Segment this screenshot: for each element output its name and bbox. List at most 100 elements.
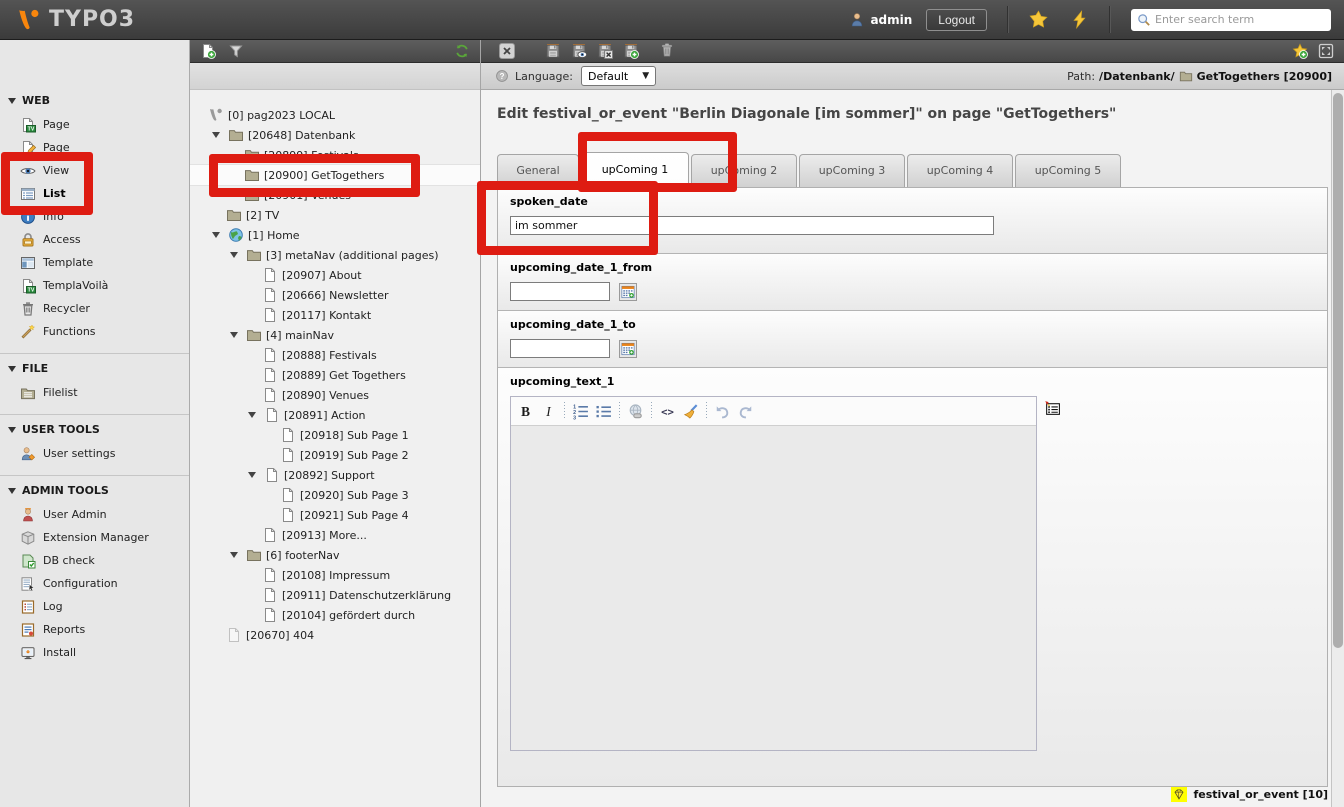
module-section-header-admin-tools[interactable]: ADMIN TOOLS (0, 480, 189, 503)
ul-icon[interactable] (595, 403, 612, 420)
tree-item-20891-action[interactable]: [20891] Action (190, 405, 480, 425)
tab-upcoming-1[interactable]: upComing 1 (581, 152, 689, 187)
tree-expand-icon[interactable] (248, 412, 260, 418)
close-icon[interactable] (499, 43, 515, 59)
bookmark-add-icon[interactable] (1292, 43, 1308, 59)
date-from-input[interactable] (510, 282, 610, 301)
module-section-header-file[interactable]: FILE (0, 358, 189, 381)
tree-item-20888-festivals[interactable]: [20888] Festivals (190, 345, 480, 365)
tree-expand-icon[interactable] (212, 132, 224, 138)
tab-general[interactable]: General (497, 154, 579, 187)
sidebar-item-page[interactable]: TVPage (0, 113, 189, 136)
spoken-date-input[interactable] (510, 216, 994, 235)
ol-icon[interactable]: 123 (572, 403, 589, 420)
tree-expand-icon[interactable] (230, 252, 242, 258)
tree-expand-icon[interactable] (230, 552, 242, 558)
tab-upcoming-4[interactable]: upComing 4 (907, 154, 1013, 187)
bookmark-star-icon[interactable] (1029, 10, 1048, 29)
tree-item-3-metanav-additional-pages[interactable]: [3] metaNav (additional pages) (190, 245, 480, 265)
broom-icon[interactable] (682, 403, 699, 420)
tree-item-1-home[interactable]: [1] Home (190, 225, 480, 245)
sidebar-item-log[interactable]: Log (0, 595, 189, 618)
tree-item-20892-support[interactable]: [20892] Support (190, 465, 480, 485)
clear-cache-bolt-icon[interactable] (1070, 10, 1089, 29)
expand-icon[interactable] (1318, 43, 1334, 59)
sidebar-item-list[interactable]: List (0, 182, 189, 205)
undo-icon[interactable] (714, 403, 731, 420)
tree-item-20911-datenschutzerkl-rung[interactable]: [20911] Datenschutzerklärung (190, 585, 480, 605)
sidebar-item-info[interactable]: Info (0, 205, 189, 228)
save-new-icon[interactable] (623, 43, 639, 59)
italic-icon[interactable]: I (540, 403, 557, 420)
tree-item-20918-sub-page-1[interactable]: [20918] Sub Page 1 (190, 425, 480, 445)
logout-button[interactable]: Logout (926, 9, 987, 31)
link-icon[interactable] (627, 403, 644, 420)
sidebar-item-configuration[interactable]: Configuration (0, 572, 189, 595)
sidebar-item-install[interactable]: Install (0, 641, 189, 664)
trash-icon[interactable] (659, 42, 675, 58)
tree-expand-icon[interactable] (212, 232, 224, 238)
tab-upcoming-2[interactable]: upComing 2 (691, 154, 797, 187)
rte-separator (650, 402, 653, 420)
tree-item-20108-impressum[interactable]: [20108] Impressum (190, 565, 480, 585)
tree-item-20913-more[interactable]: [20913] More... (190, 525, 480, 545)
tree-item-20104-gef-rdert-durch[interactable]: [20104] gefördert durch (190, 605, 480, 625)
save-view-icon[interactable] (571, 43, 587, 59)
tree-item-20901-venues[interactable]: [20901] Venues (190, 185, 480, 205)
tree-item-4-mainnav[interactable]: [4] mainNav (190, 325, 480, 345)
sidebar-item-templavoil[interactable]: TVTemplaVoilà (0, 274, 189, 297)
sidebar-item-filelist[interactable]: Filelist (0, 381, 189, 404)
tree-item-20117-kontakt[interactable]: [20117] Kontakt (190, 305, 480, 325)
tree-item-20920-sub-page-3[interactable]: [20920] Sub Page 3 (190, 485, 480, 505)
sidebar-item-page[interactable]: Page (0, 136, 189, 159)
tree-expand-icon[interactable] (230, 332, 242, 338)
tab-upcoming-3[interactable]: upComing 3 (799, 154, 905, 187)
sidebar-item-template[interactable]: Template (0, 251, 189, 274)
scrollbar-thumb[interactable] (1333, 93, 1343, 648)
save-close-icon[interactable] (597, 43, 613, 59)
tree-item-20907-about[interactable]: [20907] About (190, 265, 480, 285)
tab-upcoming-5[interactable]: upComing 5 (1015, 154, 1121, 187)
sidebar-item-functions[interactable]: Functions (0, 320, 189, 343)
search-input[interactable] (1155, 13, 1315, 26)
refresh-icon[interactable] (454, 43, 470, 59)
sidebar-item-user-settings[interactable]: User settings (0, 442, 189, 465)
tree-item-0-pag2023-local[interactable]: [0] pag2023 LOCAL (190, 105, 480, 125)
tree-item-2-tv[interactable]: [2] TV (190, 205, 480, 225)
filter-icon[interactable] (228, 43, 244, 59)
sidebar-item-user-admin[interactable]: User Admin (0, 503, 189, 526)
date-picker-button[interactable] (619, 340, 637, 358)
sidebar-item-recycler[interactable]: Recycler (0, 297, 189, 320)
source-icon[interactable]: <> (659, 403, 676, 420)
bold-icon[interactable]: B (517, 403, 534, 420)
sidebar-item-extension-manager[interactable]: Extension Manager (0, 526, 189, 549)
save-icon[interactable] (545, 43, 561, 59)
tree-item-20899-festivals[interactable]: [20899] Festivals (190, 145, 480, 165)
sidebar-item-label: TemplaVoilà (43, 279, 108, 292)
date-picker-button[interactable] (619, 283, 637, 301)
search-icon (1137, 13, 1151, 27)
sidebar-item-db-check[interactable]: DB check (0, 549, 189, 572)
tree-item-20666-newsletter[interactable]: [20666] Newsletter (190, 285, 480, 305)
sidebar-item-access[interactable]: Access (0, 228, 189, 251)
tree-item-20921-sub-page-4[interactable]: [20921] Sub Page 4 (190, 505, 480, 525)
language-select[interactable]: Default▼ (581, 66, 656, 86)
module-section-header-user-tools[interactable]: USER TOOLS (0, 419, 189, 442)
list-icon (20, 186, 36, 202)
rte-content-area[interactable] (511, 426, 1036, 750)
tree-item-20648-datenbank[interactable]: [20648] Datenbank (190, 125, 480, 145)
tree-item-20670-404[interactable]: [20670] 404 (190, 625, 480, 645)
tree-item-20889-get-togethers[interactable]: [20889] Get Togethers (190, 365, 480, 385)
module-section-header-web[interactable]: WEB (0, 90, 189, 113)
date-to-input[interactable] (510, 339, 610, 358)
rte-resize-icon[interactable] (1044, 400, 1061, 417)
tree-item-20890-venues[interactable]: [20890] Venues (190, 385, 480, 405)
redo-icon[interactable] (737, 403, 754, 420)
sidebar-item-view[interactable]: View (0, 159, 189, 182)
sidebar-item-reports[interactable]: Reports (0, 618, 189, 641)
new-page-icon[interactable] (200, 43, 216, 59)
tree-item-20900-gettogethers[interactable]: [20900] GetTogethers (190, 165, 480, 185)
tree-item-6-footernav[interactable]: [6] footerNav (190, 545, 480, 565)
tree-item-20919-sub-page-2[interactable]: [20919] Sub Page 2 (190, 445, 480, 465)
tree-expand-icon[interactable] (248, 472, 260, 478)
